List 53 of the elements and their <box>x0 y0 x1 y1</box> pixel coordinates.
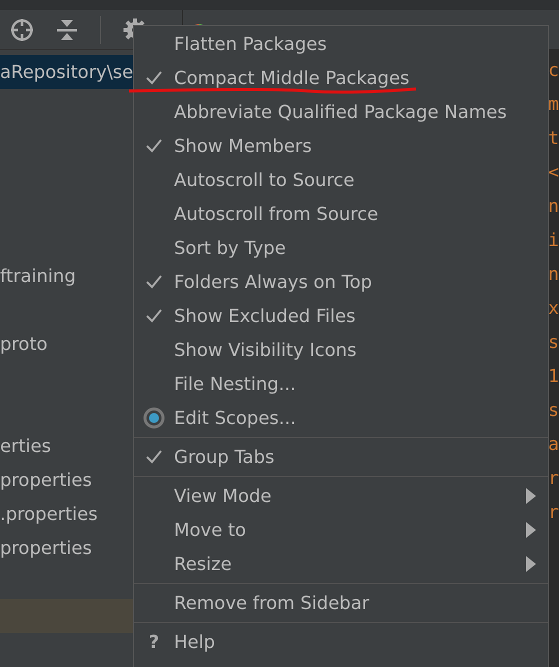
code-text: c <box>548 58 559 82</box>
code-text: < <box>548 160 559 184</box>
menu-item-label: Autoscroll to Source <box>174 170 354 190</box>
menu-item-label: Remove from Sidebar <box>174 592 370 614</box>
menu-item-label: Folders Always on Top <box>174 272 372 292</box>
menu-item[interactable]: Edit Scopes... <box>134 401 548 435</box>
menu-item[interactable]: Autoscroll from Source <box>134 197 548 231</box>
menu-item-label: Flatten Packages <box>174 34 327 54</box>
code-text: n <box>548 262 559 286</box>
menu-item[interactable]: Show Members <box>134 129 548 163</box>
menu-item-label: Show Excluded Files <box>174 306 356 326</box>
menu-item[interactable]: Group Tabs <box>134 440 548 474</box>
crosshair-icon[interactable] <box>10 18 34 42</box>
code-text: t <box>548 126 559 150</box>
menu-item[interactable]: Folders Always on Top <box>134 265 548 299</box>
submenu-arrow-icon <box>526 488 536 504</box>
code-text: n <box>548 194 559 218</box>
menu-item[interactable]: Move to <box>134 513 548 547</box>
code-text: r <box>548 500 559 524</box>
code-text: m <box>548 92 559 116</box>
code-text: s <box>548 398 559 422</box>
menu-item-label: Sort by Type <box>174 238 286 258</box>
menu-item-label: Show Visibility Icons <box>174 340 356 360</box>
menu-item-label: Resize <box>174 554 232 574</box>
code-text: s <box>548 330 559 354</box>
collapse-icon[interactable] <box>56 18 78 42</box>
code-text: x <box>548 296 559 320</box>
menu-item-label: File Nesting... <box>174 374 296 394</box>
code-text: i <box>548 228 559 252</box>
menu-item[interactable]: Remove from Sidebar <box>134 586 548 620</box>
menu-item-label: Edit Scopes... <box>174 408 296 428</box>
menu-item-label: View Mode <box>174 486 272 506</box>
menu-item[interactable]: File Nesting... <box>134 367 548 401</box>
menu-item[interactable]: Abbreviate Qualified Package Names <box>134 95 548 129</box>
menu-item[interactable]: View Mode <box>134 479 548 513</box>
submenu-arrow-icon <box>526 556 536 572</box>
menu-item[interactable]: Resize <box>134 547 548 581</box>
menu-item-label: Group Tabs <box>174 446 274 468</box>
menu-item-label: Autoscroll from Source <box>174 204 378 224</box>
menu-item[interactable]: Autoscroll to Source <box>134 163 548 197</box>
menu-item[interactable]: ? Help <box>134 625 548 659</box>
submenu-arrow-icon <box>526 522 536 538</box>
menu-item[interactable]: Sort by Type <box>134 231 548 265</box>
menu-item[interactable]: Show Excluded Files <box>134 299 548 333</box>
menu-item-label: Abbreviate Qualified Package Names <box>174 102 507 122</box>
menu-item[interactable]: Show Visibility Icons <box>134 333 548 367</box>
menu-item-label: Help <box>174 632 216 652</box>
menu-item-label: Show Members <box>174 136 312 156</box>
code-text: r <box>548 466 559 490</box>
menu-item-label: Move to <box>174 520 246 540</box>
code-text: a <box>548 432 559 456</box>
help-icon: ? <box>148 632 160 652</box>
code-text: 1 <box>548 364 559 388</box>
